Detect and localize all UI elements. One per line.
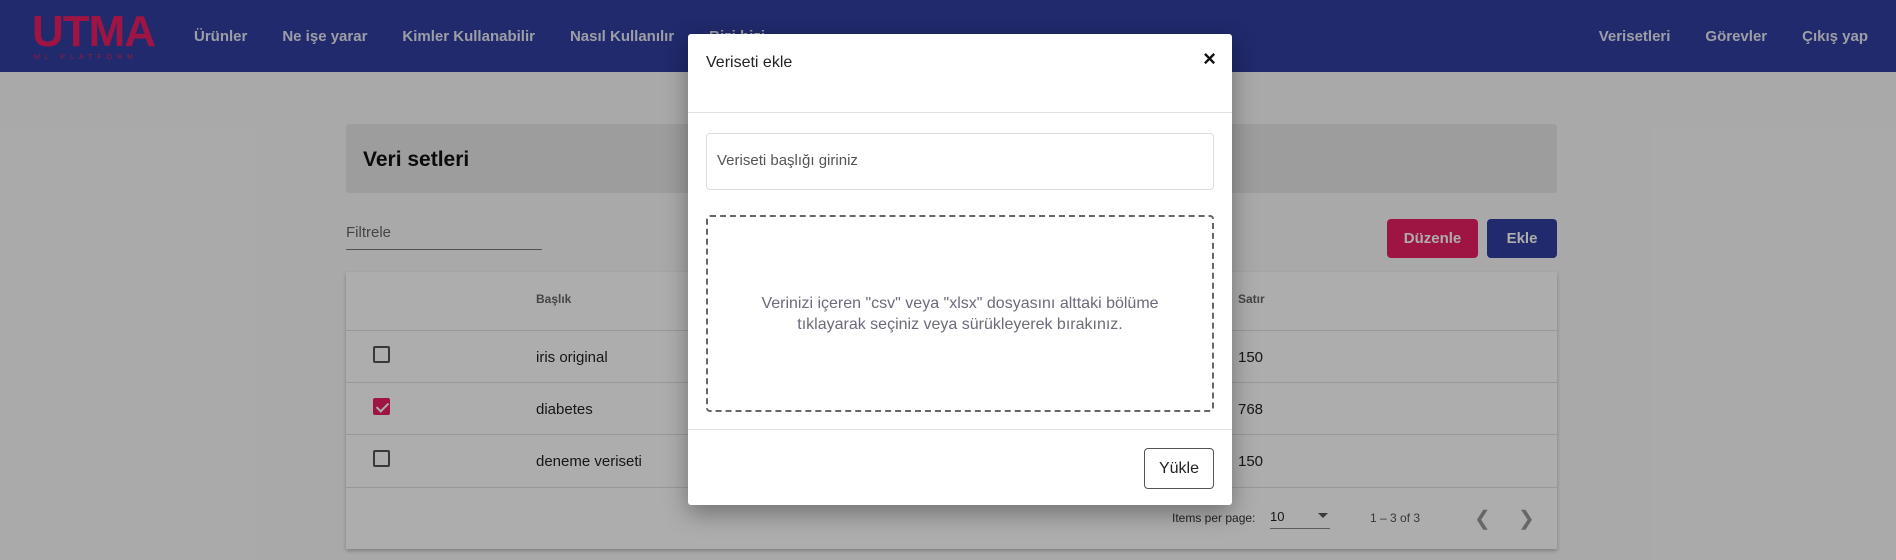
upload-button[interactable]: Yükle	[1144, 448, 1214, 489]
dropzone-text: Verinizi içeren "csv" veya "xlsx" dosyas…	[761, 294, 1159, 333]
close-icon[interactable]: ×	[1203, 48, 1216, 70]
file-dropzone[interactable]: Verinizi içeren "csv" veya "xlsx" dosyas…	[706, 215, 1214, 412]
dialog-divider	[688, 429, 1232, 430]
dataset-title-input[interactable]	[717, 152, 1205, 169]
dialog-header: Veriseti ekle ×	[688, 34, 1232, 113]
dataset-title-field	[706, 133, 1214, 190]
add-dataset-dialog: Veriseti ekle × Verinizi içeren "csv" ve…	[688, 34, 1232, 505]
dialog-title: Veriseti ekle	[706, 54, 793, 71]
